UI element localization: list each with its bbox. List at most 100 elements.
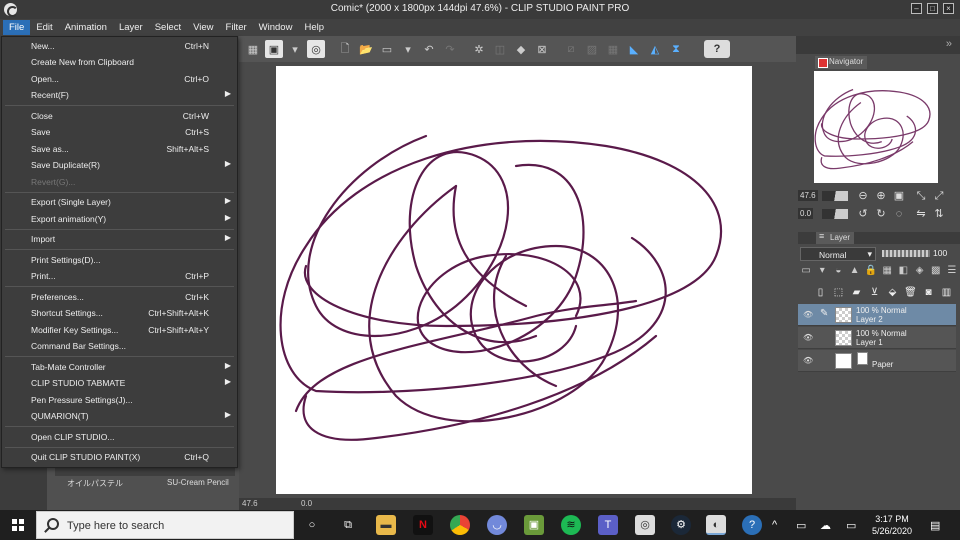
snap-grid-icon[interactable]: ⧗	[667, 40, 685, 58]
opacity-slider[interactable]	[882, 250, 930, 257]
battery-icon[interactable]: ▭	[796, 519, 806, 532]
reset-rotate-icon[interactable]: ◌	[892, 207, 906, 221]
network-icon[interactable]: ▭	[846, 519, 856, 532]
trash-icon[interactable]: 🗑	[904, 287, 917, 300]
onedrive-icon[interactable]: ☁	[820, 519, 831, 532]
chevron-down-icon[interactable]: ▾	[286, 40, 304, 58]
zoom-slider[interactable]	[822, 191, 848, 201]
clip-studio-logo-icon[interactable]: ◎	[307, 40, 325, 58]
menu-item-print-settings[interactable]: Print Settings(D)...	[2, 252, 237, 268]
eye-icon[interactable]: 👁	[803, 356, 813, 365]
menu-item-pen-pressure-settings[interactable]: Pen Pressure Settings(J)...	[2, 392, 237, 408]
layer-row[interactable]: 👁 100 % Normal Layer 1	[798, 327, 956, 349]
invert-selection-icon[interactable]: ▨	[583, 40, 601, 58]
fit-icon[interactable]: ⤡	[914, 189, 928, 203]
notifications-icon[interactable]: ▤	[930, 519, 940, 532]
taskbar-clock[interactable]: 3:17 PM 5/26/2020	[864, 513, 920, 537]
menu-item-close[interactable]: Close Ctrl+W	[2, 108, 237, 124]
rotate-slider[interactable]	[822, 209, 848, 219]
chrome-icon[interactable]	[450, 515, 470, 535]
rotate-value[interactable]: 0.0	[301, 499, 312, 508]
fill-icon[interactable]: ◆	[512, 40, 530, 58]
menu-filter[interactable]: Filter	[220, 20, 253, 35]
delete-layer-icon[interactable]: ▥	[940, 287, 953, 300]
show-selection-icon[interactable]: ▦	[604, 40, 622, 58]
transform-icon[interactable]: ⊠	[533, 40, 551, 58]
tab-layer[interactable]: Layer	[816, 231, 855, 244]
menu-item-export-animation[interactable]: Export animation(Y) ▶	[2, 211, 237, 227]
eye-icon[interactable]: 👁	[803, 310, 813, 319]
lock-icon[interactable]: 🔒	[865, 265, 877, 279]
clip-layer-icon[interactable]: ◒	[832, 265, 844, 279]
menu-edit[interactable]: Edit	[30, 20, 58, 35]
menu-window[interactable]: Window	[253, 20, 299, 35]
eye-icon[interactable]: 👁	[803, 333, 813, 342]
menu-file[interactable]: File	[3, 20, 31, 35]
menu-item-export-single-layer[interactable]: Export (Single Layer) ▶	[2, 194, 237, 210]
zoom-out-icon[interactable]: ⊖	[856, 189, 870, 203]
menu-item-recent[interactable]: Recent(F) ▶	[2, 87, 237, 103]
navigator-preview[interactable]	[814, 71, 938, 183]
chevron-down-icon[interactable]: ▾	[816, 265, 828, 279]
steam-icon[interactable]: ⚙	[671, 515, 691, 535]
brush-name-1[interactable]: オイルパステル	[67, 478, 123, 489]
menu-item-preferences[interactable]: Preferences... Ctrl+K	[2, 289, 237, 305]
save-icon[interactable]: ▭	[378, 40, 396, 58]
help-taskbar-icon[interactable]: ?	[742, 515, 762, 535]
redo-icon[interactable]: ↷	[441, 40, 459, 58]
layer-color-icon[interactable]: ▭	[800, 265, 812, 279]
clip-studio-paint-taskbar-icon[interactable]: ◐	[706, 515, 726, 535]
new-vector-layer-icon[interactable]: ⬚	[832, 287, 845, 300]
rotate-right-icon[interactable]: ↻	[874, 207, 888, 221]
minimize-icon[interactable]: –	[911, 3, 922, 14]
menu-item-import[interactable]: Import ▶	[2, 231, 237, 247]
brush-name-2[interactable]: SU-Cream Pencil	[167, 478, 229, 487]
blend-mode-select[interactable]: Normal	[800, 247, 876, 261]
taskbar-search[interactable]: Type here to search	[36, 511, 294, 539]
chevron-down-icon[interactable]: ▾	[399, 40, 417, 58]
menu-item-new-from-clipboard[interactable]: Create New from Clipboard	[2, 54, 237, 70]
layer-mask-icon[interactable]: ◙	[922, 287, 935, 300]
menu-item-modifier-key-settings[interactable]: Modifier Key Settings... Ctrl+Shift+Alt+Y	[2, 322, 237, 338]
new-file-icon[interactable]: 🗋	[336, 40, 354, 58]
help-icon[interactable]: ?	[704, 40, 730, 58]
menu-item-qumarion[interactable]: QUMARION(T) ▶	[2, 408, 237, 424]
menu-animation[interactable]: Animation	[59, 20, 113, 35]
clip-studio-taskbar-icon[interactable]: ◎	[635, 515, 655, 535]
menu-help[interactable]: Help	[298, 20, 330, 35]
opacity-value[interactable]: 100	[933, 248, 947, 258]
layer-row[interactable]: 👁 ✎ 100 % Normal Layer 2	[798, 304, 956, 326]
mask-icon[interactable]: ◧	[897, 265, 909, 279]
undo-icon[interactable]: ↶	[420, 40, 438, 58]
zoom-in-icon[interactable]: ⊕	[874, 189, 888, 203]
clear-icon[interactable]: ✲	[470, 40, 488, 58]
new-raster-layer-icon[interactable]: ▯	[814, 287, 827, 300]
navigator-rotate[interactable]: 0.0	[798, 208, 814, 219]
menu-item-print[interactable]: Print... Ctrl+P	[2, 268, 237, 284]
lock-transparency-icon[interactable]: ▦	[881, 265, 893, 279]
start-button[interactable]	[0, 510, 36, 540]
menu-select[interactable]: Select	[149, 20, 187, 35]
close-icon[interactable]: ×	[943, 3, 954, 14]
snap-special-ruler-icon[interactable]: ◭	[646, 40, 664, 58]
chevron-up-icon[interactable]: ^	[772, 519, 777, 531]
menu-item-shortcut-settings[interactable]: Shortcut Settings... Ctrl+Shift+Alt+K	[2, 305, 237, 321]
menu-view[interactable]: View	[187, 20, 219, 35]
snap-ruler-icon[interactable]: ◣	[625, 40, 643, 58]
flip-vertical-icon[interactable]: ⇅	[932, 207, 946, 221]
clear-outside-icon[interactable]: ◫	[491, 40, 509, 58]
spotify-icon[interactable]: ≋	[561, 515, 581, 535]
menu-layer[interactable]: Layer	[113, 20, 149, 35]
grid-icon[interactable]: ▦	[244, 40, 262, 58]
menu-item-new[interactable]: New... Ctrl+N	[2, 38, 237, 54]
ruler-icon[interactable]: ◈	[913, 265, 925, 279]
reference-layer-icon[interactable]: ▲	[849, 265, 861, 279]
menu-item-clip-studio-tabmate[interactable]: CLIP STUDIO TABMATE ▶	[2, 375, 237, 391]
new-folder-icon[interactable]: ▰	[850, 287, 863, 300]
rotate-left-icon[interactable]: ↺	[856, 207, 870, 221]
file-explorer-icon[interactable]: ▬	[376, 515, 396, 535]
tab-navigator[interactable]: Navigator	[815, 56, 868, 69]
maximize-icon[interactable]: □	[927, 3, 938, 14]
discord-icon[interactable]: ◡	[487, 515, 507, 535]
navigator-zoom[interactable]: 47.6	[798, 190, 818, 201]
